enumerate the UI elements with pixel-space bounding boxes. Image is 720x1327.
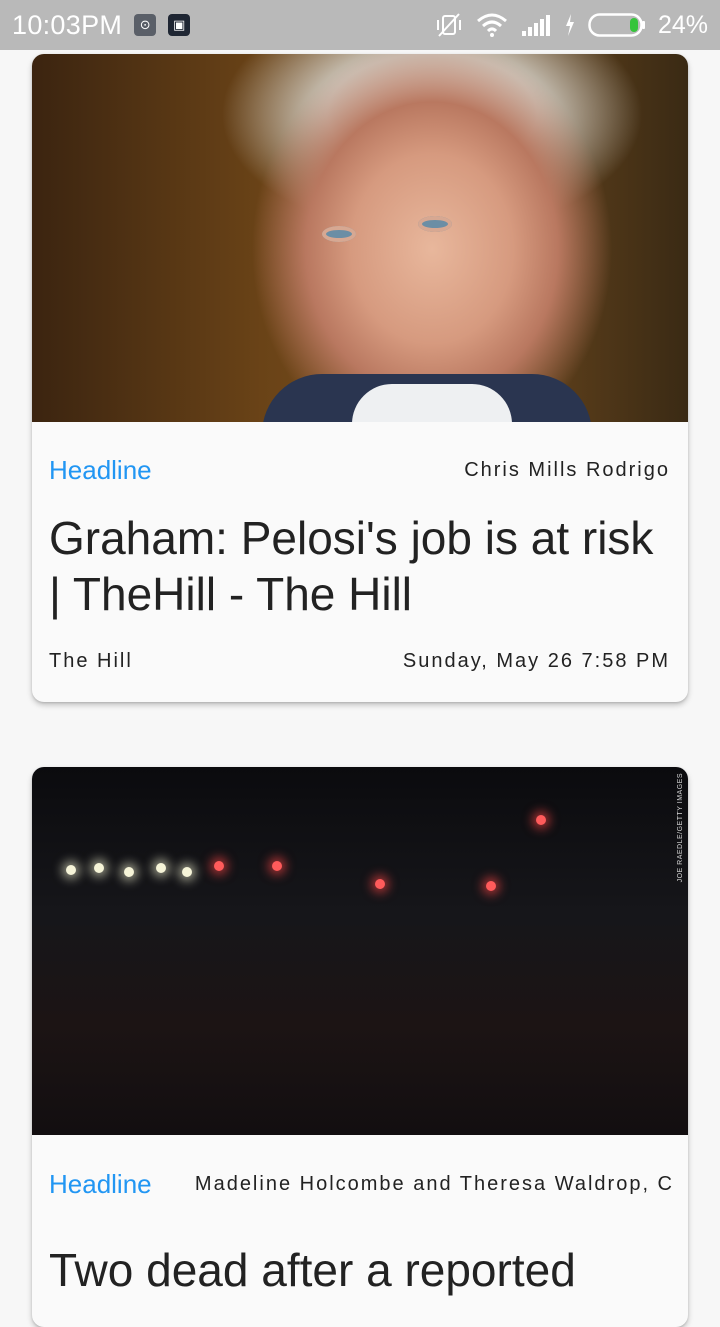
signal-icon (520, 13, 552, 37)
portrait-eye-right (418, 216, 452, 232)
article-source: The Hill (49, 650, 133, 672)
headlight (66, 865, 76, 875)
battery-icon (588, 12, 646, 38)
portrait-collar-shape (352, 384, 512, 422)
article-card[interactable]: JOE RAEDLE/GETTY IMAGES Headline Madelin… (32, 767, 688, 1327)
wifi-icon (476, 12, 508, 38)
portrait-eye-left (322, 226, 356, 242)
status-bar-left: 10:03PM ⊙ ▣ (12, 9, 191, 41)
taillight (375, 879, 385, 889)
status-time: 10:03PM (12, 9, 123, 40)
taillight (214, 861, 224, 871)
headlight (156, 863, 166, 873)
article-image[interactable]: JOE RAEDLE/GETTY IMAGES (32, 767, 688, 1135)
headlight (124, 867, 134, 877)
headlight (182, 867, 192, 877)
article-meta-row: Headline Chris Mills Rodrigo (32, 455, 688, 486)
app-icon-1: ⊙ (134, 14, 157, 36)
article-title[interactable]: Graham: Pelosi's job is at risk | TheHil… (49, 510, 671, 622)
article-meta-row: Headline Madeline Holcombe and Theresa W… (32, 1169, 688, 1200)
article-date: Sunday, May 26 7:58 PM (402, 650, 670, 672)
charging-icon (564, 13, 576, 37)
headline-tag: Headline (49, 455, 152, 485)
photo-credit: JOE RAEDLE/GETTY IMAGES (677, 773, 684, 883)
article-card[interactable]: Headline Chris Mills Rodrigo Graham: Pel… (32, 54, 688, 702)
app-icon-2: ▣ (168, 14, 191, 36)
article-image[interactable] (32, 54, 688, 422)
vibrate-off-icon (434, 11, 464, 39)
taillight (486, 881, 496, 891)
article-author: Madeline Holcombe and Theresa Waldrop, C (194, 1173, 674, 1195)
article-title[interactable]: Two dead after a reported (49, 1242, 671, 1298)
headline-tag: Headline (49, 1169, 152, 1199)
taillight (536, 815, 546, 825)
article-footer-row: The Hill Sunday, May 26 7:58 PM (32, 650, 688, 673)
status-bar-right: 24% (434, 11, 708, 40)
article-author: Chris Mills Rodrigo (464, 459, 670, 481)
battery-percent: 24% (657, 10, 708, 39)
taillight (272, 861, 282, 871)
headlight (94, 863, 104, 873)
status-bar: 10:03PM ⊙ ▣ 24% (0, 0, 720, 50)
